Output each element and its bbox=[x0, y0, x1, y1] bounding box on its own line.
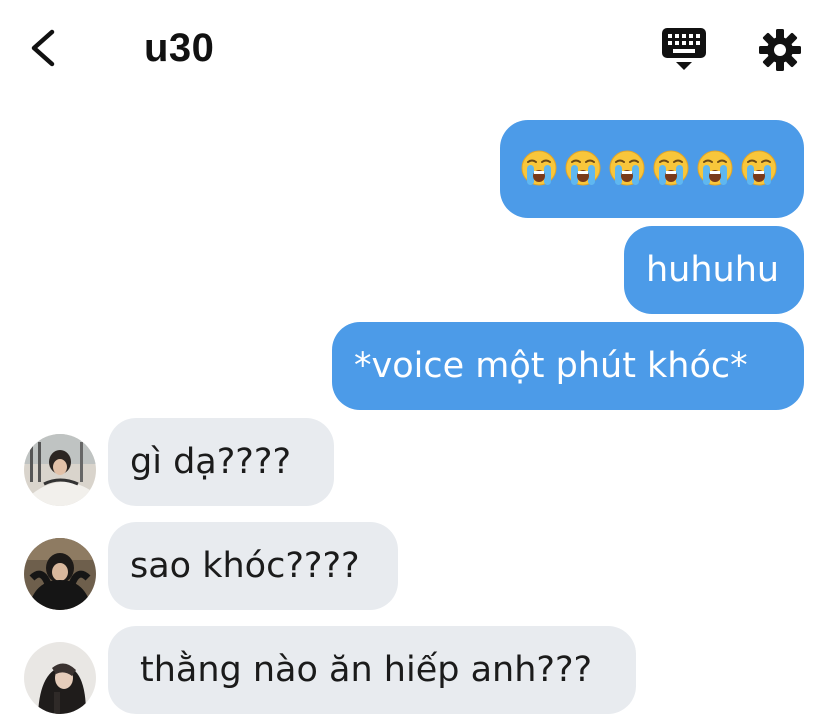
incoming-message-bubble[interactable]: thằng nào ăn hiếp anh??? bbox=[108, 626, 636, 714]
message-text: gì dạ???? bbox=[130, 442, 292, 482]
chevron-left-icon bbox=[31, 29, 55, 67]
gear-icon bbox=[759, 29, 801, 71]
back-button[interactable] bbox=[26, 26, 66, 70]
settings-button[interactable] bbox=[756, 26, 804, 74]
loudly-crying-face-icon bbox=[565, 150, 601, 186]
message-text: huhuhu bbox=[646, 250, 780, 290]
incoming-message-bubble[interactable]: sao khóc???? bbox=[108, 522, 398, 610]
outgoing-message-bubble[interactable] bbox=[500, 120, 804, 218]
outgoing-message-bubble[interactable]: *voice một phút khóc* bbox=[332, 322, 804, 410]
message-text: sao khóc???? bbox=[130, 546, 360, 586]
keyboard-button[interactable] bbox=[660, 26, 708, 74]
chat-header: u30 bbox=[0, 0, 828, 96]
message-text: thằng nào ăn hiếp anh??? bbox=[140, 650, 593, 690]
message-text: *voice một phút khóc* bbox=[354, 346, 748, 386]
loudly-crying-face-icon bbox=[609, 150, 645, 186]
loudly-crying-face-icon bbox=[521, 150, 557, 186]
avatar-photo bbox=[24, 434, 96, 506]
loudly-crying-face-icon bbox=[653, 150, 689, 186]
avatar[interactable] bbox=[24, 642, 96, 714]
avatar-photo bbox=[24, 642, 96, 714]
emoji-row bbox=[520, 148, 778, 188]
avatar-photo bbox=[24, 538, 96, 610]
outgoing-message-bubble[interactable]: huhuhu bbox=[624, 226, 804, 314]
chat-title: u30 bbox=[144, 26, 215, 70]
incoming-message-bubble[interactable]: gì dạ???? bbox=[108, 418, 334, 506]
loudly-crying-face-icon bbox=[697, 150, 733, 186]
loudly-crying-face-icon bbox=[741, 150, 777, 186]
avatar[interactable] bbox=[24, 538, 96, 610]
keyboard-icon bbox=[662, 28, 706, 70]
avatar[interactable] bbox=[24, 434, 96, 506]
